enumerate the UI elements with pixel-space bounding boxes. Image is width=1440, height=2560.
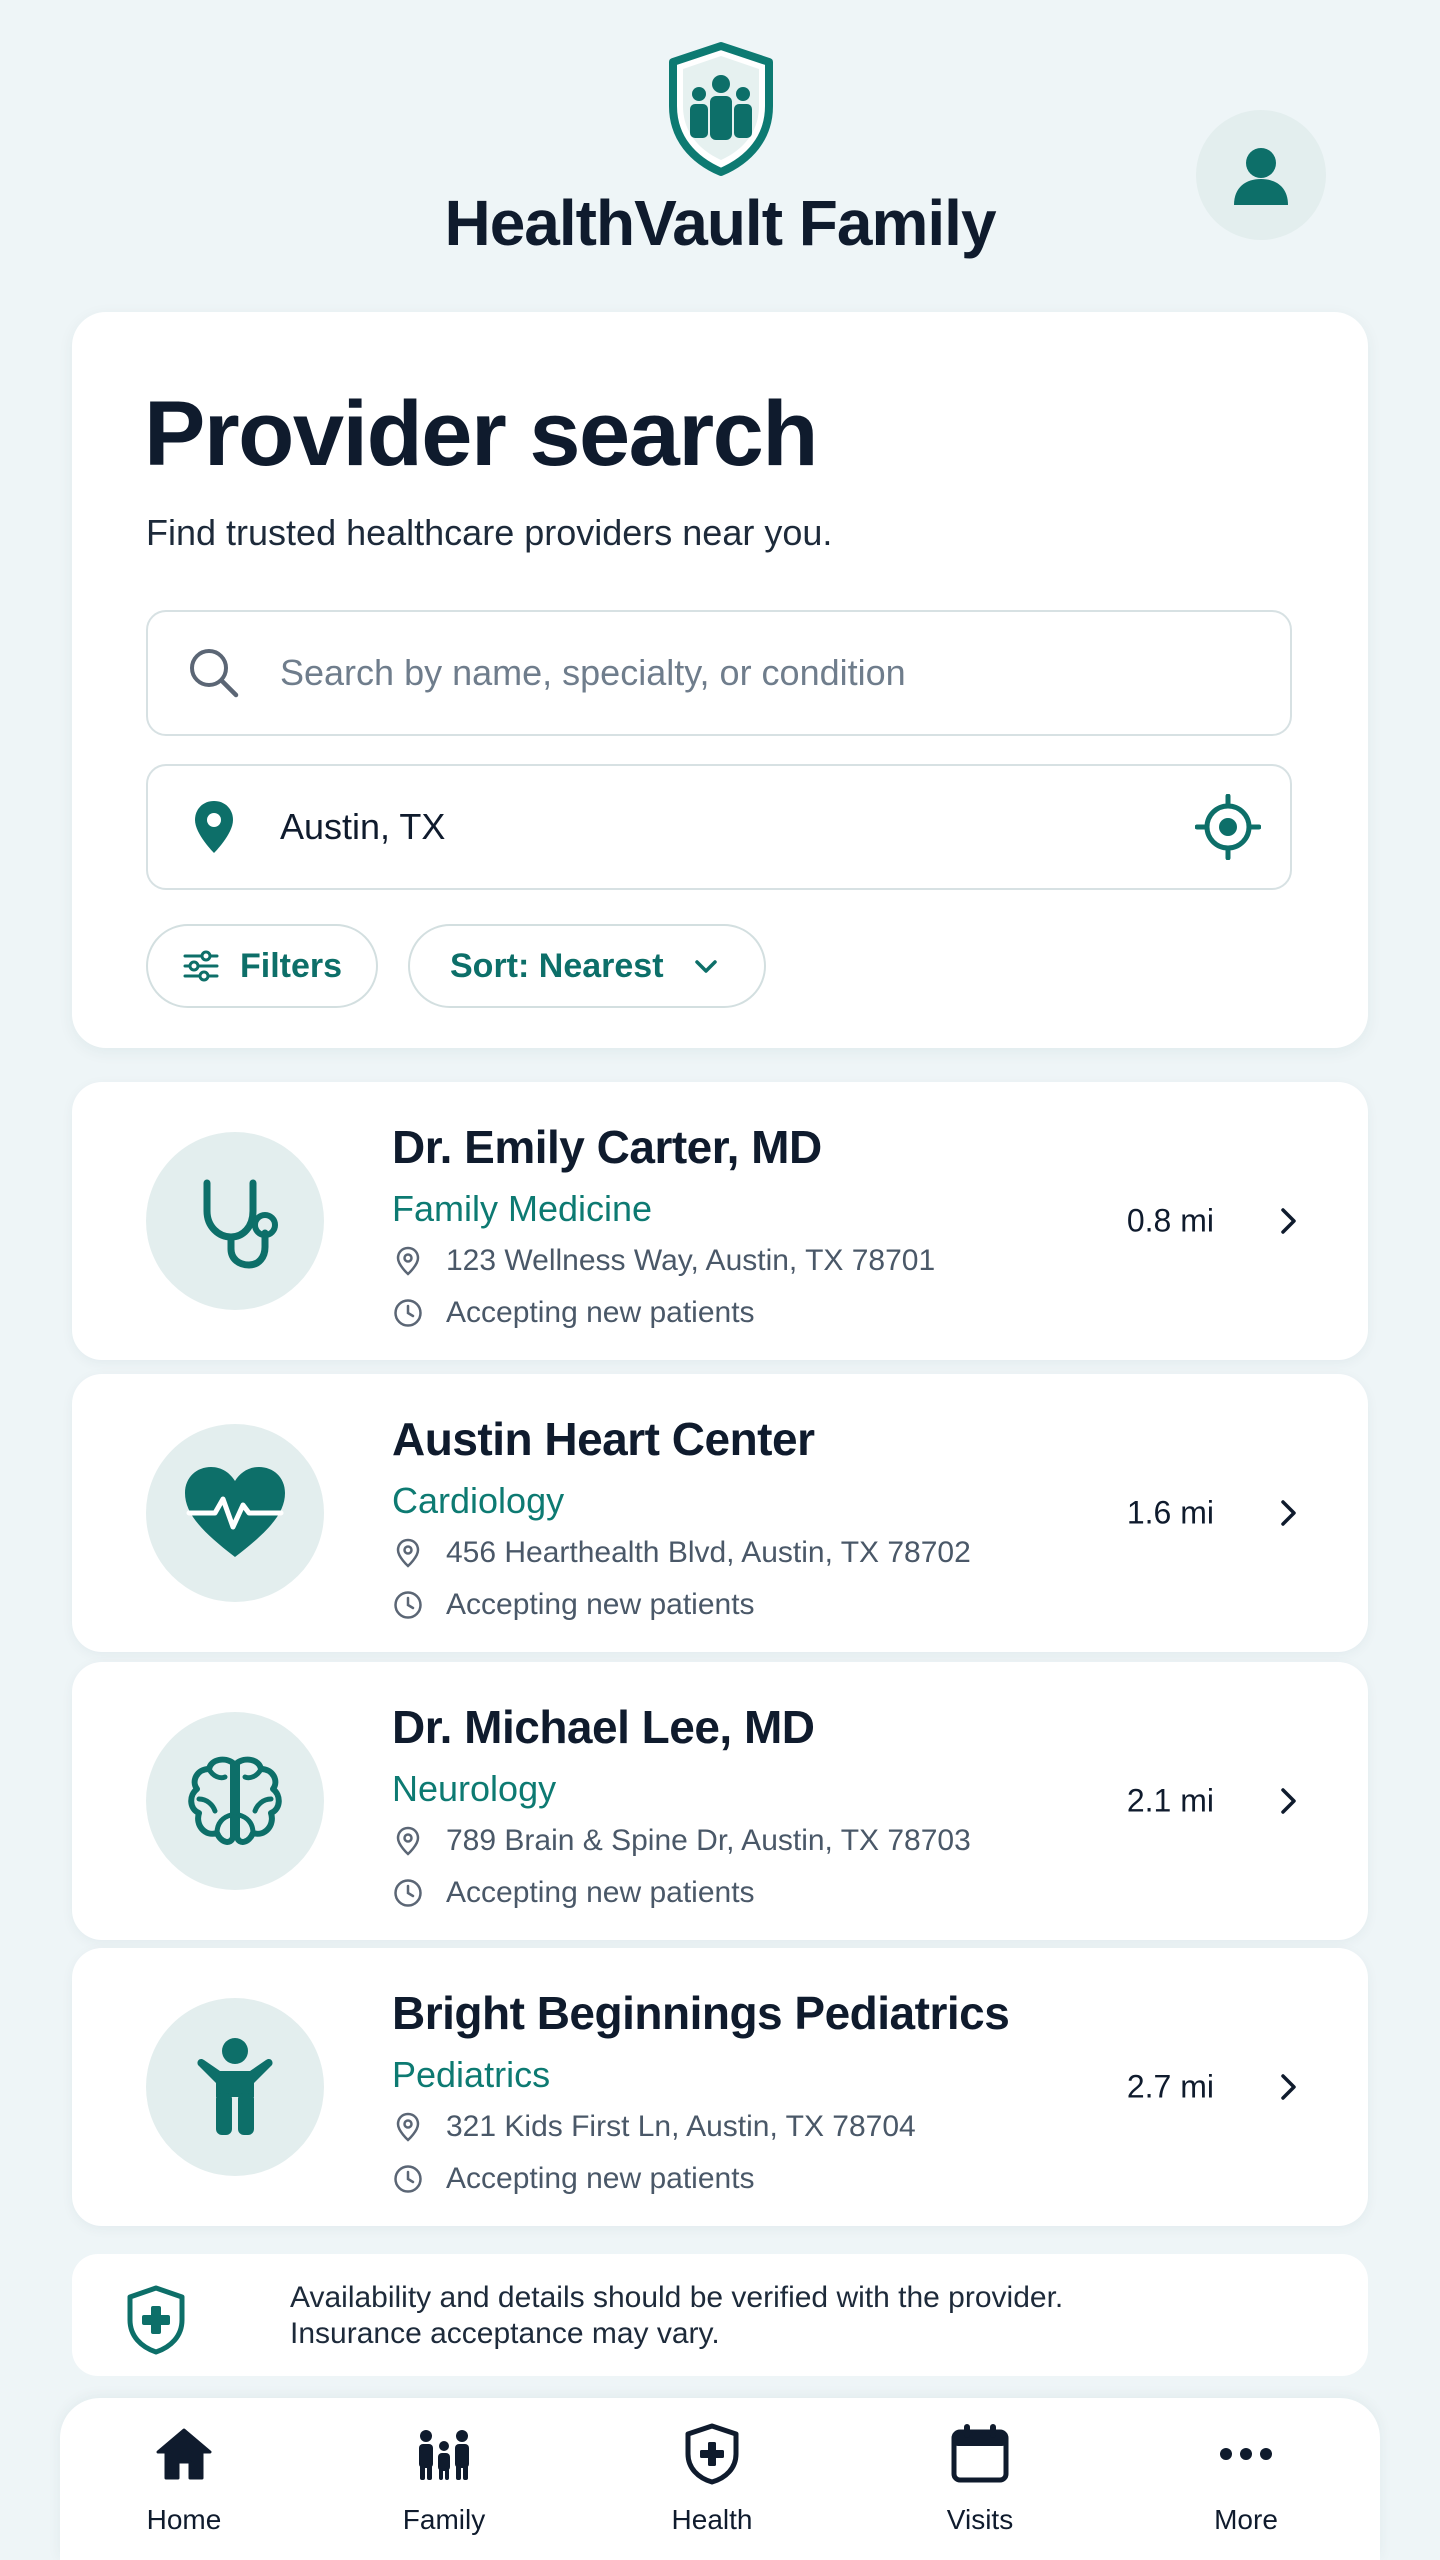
search-card: Provider search Find trusted healthcare … bbox=[72, 312, 1368, 1048]
provider-specialty: Cardiology bbox=[392, 1480, 565, 1521]
family-shield-icon bbox=[665, 40, 777, 178]
provider-specialty: Family Medicine bbox=[392, 1188, 653, 1229]
sort-dropdown[interactable]: Sort: Nearest bbox=[408, 924, 766, 1008]
stethoscope-icon bbox=[203, 1179, 278, 1269]
shield-plus-icon bbox=[127, 2285, 185, 2355]
provider-specialty: Neurology bbox=[392, 1768, 557, 1809]
heart-pulse-icon bbox=[185, 1467, 285, 1557]
page-title: Provider search bbox=[144, 383, 818, 485]
clock-icon bbox=[394, 1591, 422, 1619]
search-field[interactable] bbox=[146, 610, 1292, 736]
bottom-navigation: Home Family Health Visits More bbox=[60, 2398, 1380, 2560]
provider-card[interactable]: Bright Beginnings Pediatrics Pediatrics … bbox=[72, 1948, 1368, 2226]
provider-name: Dr. Emily Carter, MD bbox=[392, 1121, 822, 1173]
nav-item-visits[interactable]: Visits bbox=[880, 2422, 1080, 2536]
clock-icon bbox=[394, 1879, 422, 1907]
clock-icon bbox=[394, 1299, 422, 1327]
provider-card[interactable]: Dr. Emily Carter, MD Family Medicine 123… bbox=[72, 1082, 1368, 1360]
calendar-icon bbox=[951, 2424, 1009, 2483]
provider-name: Bright Beginnings Pediatrics bbox=[392, 1987, 1010, 2039]
location-field[interactable] bbox=[146, 764, 1292, 890]
location-pin-icon bbox=[195, 801, 233, 853]
filters-label: Filters bbox=[240, 946, 343, 985]
filters-button[interactable]: Filters bbox=[146, 924, 378, 1008]
map-pin-icon bbox=[396, 2112, 420, 2142]
search-input[interactable] bbox=[280, 612, 1290, 734]
disclaimer-notice: Availability and details should be verif… bbox=[72, 2254, 1368, 2376]
account-button[interactable] bbox=[1196, 110, 1326, 240]
nav-item-family[interactable]: Family bbox=[344, 2422, 544, 2536]
provider-specialty: Pediatrics bbox=[392, 2054, 551, 2095]
provider-status: Accepting new patients bbox=[392, 1588, 755, 1622]
home-icon bbox=[156, 2428, 212, 2480]
map-pin-icon bbox=[396, 1538, 420, 1568]
chevron-right-icon bbox=[1281, 1500, 1296, 1526]
provider-distance: 1.6 mi bbox=[1126, 1494, 1214, 1531]
map-pin-icon bbox=[396, 1826, 420, 1856]
health-shield-icon bbox=[685, 2423, 739, 2485]
crosshair-icon bbox=[1195, 794, 1261, 860]
chevron-right-icon bbox=[1281, 1788, 1296, 1814]
page-subtitle: Find trusted healthcare providers near y… bbox=[146, 512, 833, 553]
nav-item-more[interactable]: More bbox=[1146, 2422, 1346, 2536]
child-icon bbox=[197, 2038, 273, 2135]
provider-status: Accepting new patients bbox=[392, 2162, 755, 2196]
disclaimer-text: Availability and details should be verif… bbox=[290, 2281, 1064, 2350]
chevron-right-icon bbox=[1281, 2074, 1296, 2100]
map-pin-icon bbox=[396, 1246, 420, 1276]
sort-label: Sort: Nearest bbox=[450, 946, 664, 985]
provider-avatar bbox=[146, 1424, 324, 1602]
provider-status: Accepting new patients bbox=[392, 1876, 755, 1910]
provider-card[interactable]: Dr. Michael Lee, MD Neurology 789 Brain … bbox=[72, 1662, 1368, 1940]
provider-avatar bbox=[146, 1712, 324, 1890]
chevron-right-icon bbox=[1281, 1208, 1296, 1234]
provider-address: 789 Brain & Spine Dr, Austin, TX 78703 bbox=[392, 1824, 971, 1858]
provider-distance: 2.1 mi bbox=[1126, 1782, 1214, 1819]
provider-address: 456 Hearthealth Blvd, Austin, TX 78702 bbox=[392, 1536, 971, 1570]
clock-icon bbox=[394, 2165, 422, 2193]
nav-item-health[interactable]: Health bbox=[612, 2422, 812, 2536]
provider-address: 123 Wellness Way, Austin, TX 78701 bbox=[392, 1244, 935, 1278]
provider-distance: 2.7 mi bbox=[1126, 2068, 1214, 2105]
use-current-location-button[interactable] bbox=[1192, 791, 1264, 863]
user-icon bbox=[1234, 148, 1288, 205]
provider-distance: 0.8 mi bbox=[1126, 1202, 1214, 1239]
app-header: HealthVault Family bbox=[0, 0, 1440, 300]
provider-card[interactable]: Austin Heart Center Cardiology 456 Heart… bbox=[72, 1374, 1368, 1652]
more-icon bbox=[1220, 2448, 1272, 2460]
location-input[interactable] bbox=[280, 766, 1192, 888]
search-icon bbox=[190, 649, 239, 698]
brain-icon bbox=[188, 1756, 282, 1845]
family-icon bbox=[419, 2430, 469, 2480]
provider-name: Austin Heart Center bbox=[392, 1413, 815, 1465]
provider-name: Dr. Michael Lee, MD bbox=[392, 1701, 815, 1753]
provider-address: 321 Kids First Ln, Austin, TX 78704 bbox=[392, 2110, 916, 2144]
provider-avatar bbox=[146, 1132, 324, 1310]
provider-avatar bbox=[146, 1998, 324, 2176]
sliders-icon bbox=[183, 950, 219, 982]
chevron-down-icon bbox=[694, 960, 717, 973]
provider-status: Accepting new patients bbox=[392, 1296, 755, 1330]
nav-item-home[interactable]: Home bbox=[84, 2422, 284, 2536]
